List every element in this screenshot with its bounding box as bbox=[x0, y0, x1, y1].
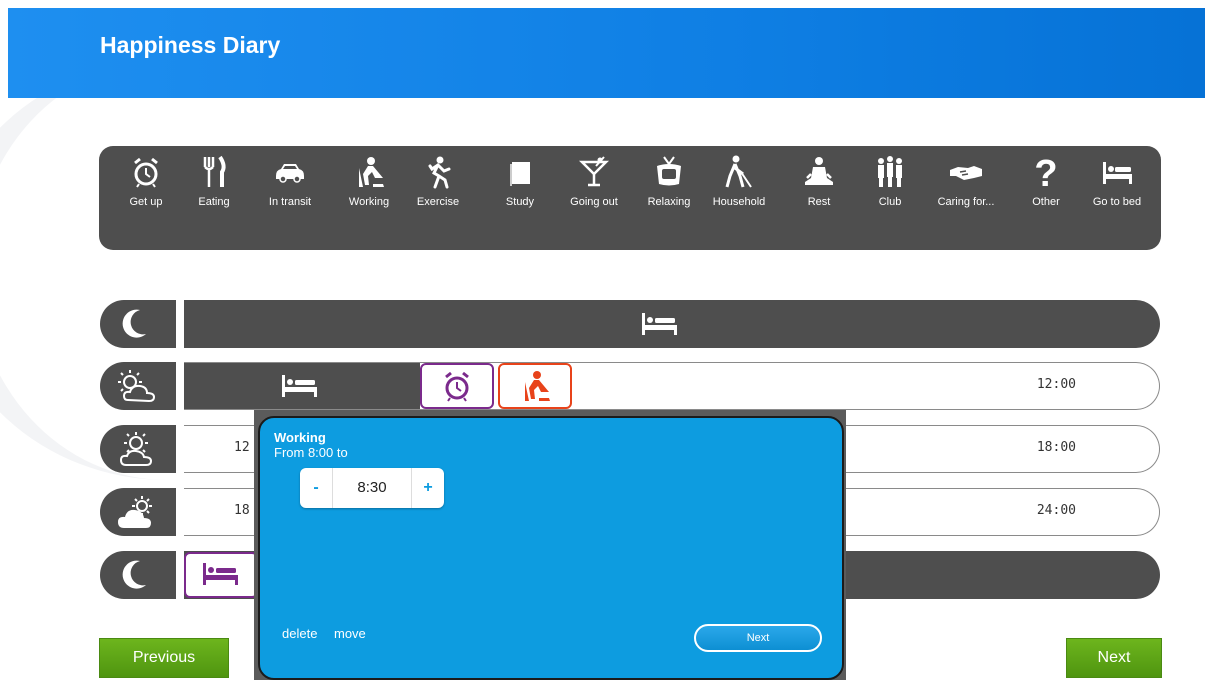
time-value[interactable]: 8:30 bbox=[333, 468, 411, 508]
worker-icon bbox=[334, 152, 404, 192]
vacuum-icon bbox=[704, 152, 774, 192]
car-icon bbox=[255, 152, 325, 192]
row-divider bbox=[176, 300, 184, 348]
bed-icon bbox=[280, 371, 320, 408]
bed-icon bbox=[203, 563, 238, 585]
activity-club[interactable]: Club bbox=[855, 152, 925, 216]
activity-in-transit[interactable]: In transit bbox=[255, 152, 325, 216]
bed-icon bbox=[640, 309, 680, 346]
row-start-time: 18 bbox=[234, 503, 250, 518]
moon-icon bbox=[122, 309, 146, 338]
period-badge bbox=[100, 300, 176, 348]
tv-icon bbox=[634, 152, 704, 192]
timeline-track[interactable] bbox=[184, 300, 1160, 348]
activity-eating[interactable]: Eating bbox=[179, 152, 249, 216]
get-up-tile[interactable] bbox=[420, 363, 494, 409]
timeline-track[interactable] bbox=[184, 362, 1160, 410]
activity-go-to-bed[interactable]: Go to bed bbox=[1082, 152, 1152, 216]
activity-household[interactable]: Household bbox=[704, 152, 774, 216]
activity-label: Eating bbox=[198, 196, 230, 208]
timeline-row-night bbox=[100, 300, 1160, 348]
group-icon bbox=[855, 152, 925, 192]
period-badge bbox=[100, 551, 176, 599]
row-divider bbox=[176, 488, 184, 536]
page-title: Happiness Diary bbox=[100, 32, 281, 58]
sun-cloud-outline-icon bbox=[118, 370, 156, 403]
increment-button[interactable]: + bbox=[411, 468, 444, 508]
activity-edit-dialog: Working From 8:00 to - 8:30 + delete mov… bbox=[258, 416, 844, 680]
activity-toolbar: Get up Eating In transit Working Exercis… bbox=[99, 146, 1161, 250]
previous-button[interactable]: Previous bbox=[99, 638, 229, 678]
activity-label: Household bbox=[712, 196, 766, 208]
activity-exercise[interactable]: Exercise bbox=[403, 152, 473, 216]
go-to-bed-tile[interactable] bbox=[184, 552, 258, 598]
activity-label: Get up bbox=[129, 196, 163, 208]
alarm-clock-icon bbox=[111, 152, 181, 192]
dialog-next-button[interactable]: Next bbox=[694, 624, 822, 652]
activity-working[interactable]: Working bbox=[334, 152, 404, 216]
delete-link[interactable]: delete bbox=[282, 626, 317, 641]
period-badge bbox=[100, 425, 176, 473]
period-badge bbox=[100, 362, 176, 410]
move-link[interactable]: move bbox=[334, 626, 366, 641]
row-end-time: 18:00 bbox=[1036, 440, 1076, 455]
row-divider bbox=[176, 425, 184, 473]
activity-label: Club bbox=[878, 196, 902, 208]
activity-label: Rest bbox=[807, 196, 831, 208]
dialog-activity-title: Working bbox=[274, 430, 326, 445]
activity-study[interactable]: Study bbox=[485, 152, 555, 216]
meditation-icon bbox=[784, 152, 854, 192]
cocktail-icon bbox=[559, 152, 629, 192]
activity-label: Other bbox=[1032, 196, 1060, 208]
activity-going-out[interactable]: Going out bbox=[559, 152, 629, 216]
handshake-icon bbox=[931, 152, 1001, 192]
activity-label: Exercise bbox=[416, 196, 460, 208]
dialog-from-text: From 8:00 to bbox=[274, 445, 348, 460]
working-tile[interactable] bbox=[498, 363, 572, 409]
activity-label: Go to bed bbox=[1092, 196, 1142, 208]
header-bar: Happiness Diary bbox=[8, 8, 1205, 98]
timeline-row-morning: 12:00 bbox=[100, 362, 1160, 410]
fork-knife-icon bbox=[179, 152, 249, 192]
row-divider bbox=[176, 362, 184, 410]
activity-get-up[interactable]: Get up bbox=[111, 152, 181, 216]
moon-icon bbox=[122, 560, 146, 589]
book-icon bbox=[485, 152, 555, 192]
activity-label: Caring for... bbox=[937, 196, 995, 208]
sleep-segment[interactable] bbox=[184, 363, 420, 409]
activity-rest[interactable]: Rest bbox=[784, 152, 854, 216]
activity-other[interactable]: ? Other bbox=[1011, 152, 1081, 216]
decrement-button[interactable]: - bbox=[300, 468, 333, 508]
svg-text:?: ? bbox=[1034, 154, 1057, 190]
running-icon bbox=[403, 152, 473, 192]
bed-icon bbox=[1082, 152, 1152, 192]
sun-cloud-outline-icon bbox=[119, 432, 153, 466]
sun-cloud-filled-icon bbox=[118, 496, 152, 528]
row-divider bbox=[176, 551, 184, 599]
period-badge bbox=[100, 488, 176, 536]
next-button[interactable]: Next bbox=[1066, 638, 1162, 678]
row-start-time: 12 bbox=[234, 440, 250, 455]
activity-caring-for[interactable]: Caring for... bbox=[931, 152, 1001, 216]
activity-label: Relaxing bbox=[647, 196, 691, 208]
activity-label: Going out bbox=[570, 196, 618, 208]
row-end-time: 24:00 bbox=[1036, 503, 1076, 518]
time-stepper: - 8:30 + bbox=[300, 468, 444, 508]
activity-label: Study bbox=[505, 196, 535, 208]
alarm-clock-icon bbox=[445, 371, 469, 402]
activity-label: In transit bbox=[268, 196, 312, 208]
question-icon: ? bbox=[1011, 152, 1081, 195]
worker-icon bbox=[525, 371, 550, 401]
activity-relaxing[interactable]: Relaxing bbox=[634, 152, 704, 216]
activity-label: Working bbox=[348, 196, 390, 208]
row-end-time: 12:00 bbox=[1036, 377, 1076, 392]
